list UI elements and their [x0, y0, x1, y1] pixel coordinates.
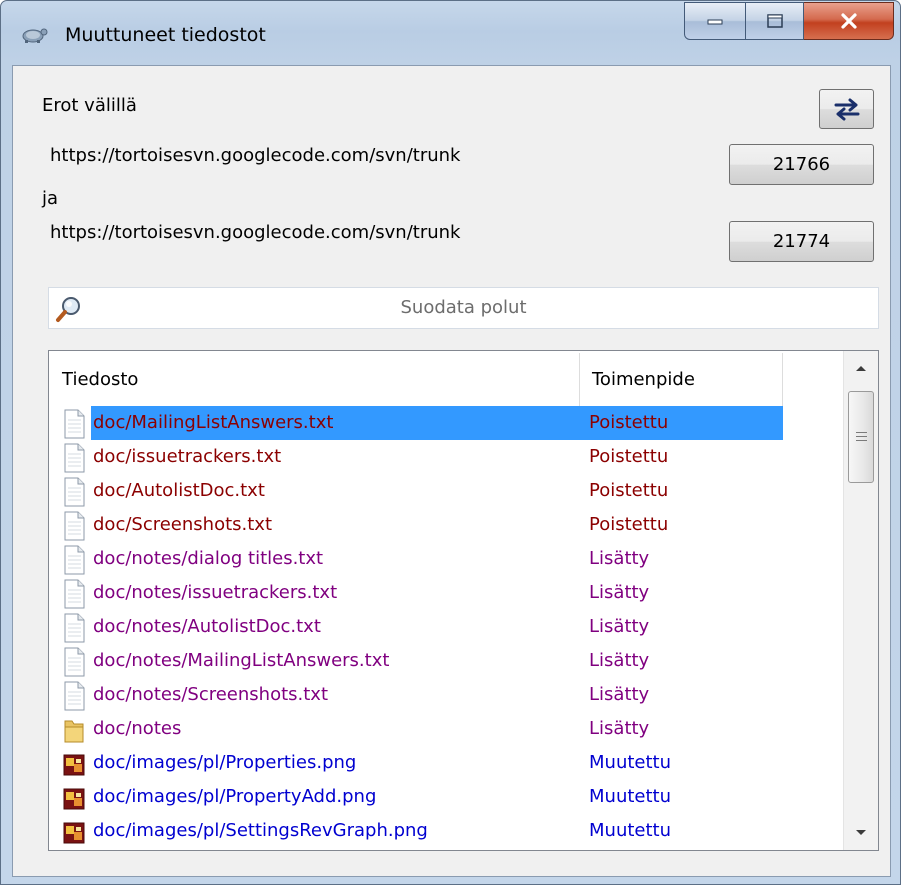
file-row[interactable]: doc/AutolistDoc.txt Poistettu: [49, 474, 845, 508]
filter-paths-field[interactable]: Suodata polut: [48, 287, 879, 329]
swap-arrows-icon: [834, 98, 859, 121]
changed-files-list[interactable]: Tiedosto Toimenpide doc/MailingListAnswe…: [48, 350, 879, 851]
text-file-icon: [62, 613, 86, 643]
file-row[interactable]: doc/images/pl/PropertyAdd.png Muutettu: [49, 780, 845, 814]
file-row[interactable]: doc/MailingListAnswers.txt Poistettu: [49, 406, 845, 440]
chevron-up-icon: [856, 366, 866, 371]
file-action: Lisätty: [589, 548, 650, 569]
file-action: Lisätty: [589, 650, 650, 671]
file-action: Poistettu: [589, 412, 669, 433]
file-action: Poistettu: [589, 480, 669, 501]
image-file-icon: [62, 749, 86, 779]
file-action: Lisätty: [589, 616, 650, 637]
column-separator[interactable]: [782, 353, 783, 406]
grip-line: [856, 440, 867, 441]
file-action: Lisätty: [589, 582, 650, 603]
file-path: doc/issuetrackers.txt: [93, 446, 282, 467]
image-file-icon: [62, 783, 86, 813]
filter-placeholder: Suodata polut: [400, 297, 527, 318]
file-path: doc/AutolistDoc.txt: [93, 480, 265, 501]
scroll-down-arrow[interactable]: [844, 816, 878, 850]
dialog-client-area: Erot välillä https://tortoisesvn.googlec…: [12, 65, 891, 877]
file-action: Poistettu: [589, 446, 669, 467]
and-label: ja: [42, 188, 59, 209]
file-row[interactable]: doc/notes/AutolistDoc.txt Lisätty: [49, 610, 845, 644]
file-row[interactable]: doc/images/pl/SettingsRevGraph.png Muutet…: [49, 814, 845, 848]
text-file-icon: [62, 579, 86, 609]
file-action: Muutettu: [589, 752, 672, 773]
chevron-down-icon: [856, 830, 866, 835]
column-header-file[interactable]: Tiedosto: [62, 351, 582, 408]
folder-icon: [62, 715, 86, 745]
file-path: doc/notes/MailingListAnswers.txt: [93, 650, 390, 671]
maximize-button[interactable]: [746, 2, 804, 40]
text-file-icon: [62, 511, 86, 541]
file-path: doc/Screenshots.txt: [93, 514, 273, 535]
file-row[interactable]: doc/issuetrackers.txt Poistettu: [49, 440, 845, 474]
close-icon: [840, 13, 857, 29]
close-button[interactable]: [804, 2, 894, 40]
window-title: Muuttuneet tiedostot: [65, 24, 266, 46]
url-from: https://tortoisesvn.googlecode.com/svn/t…: [50, 145, 461, 166]
text-file-icon: [62, 477, 86, 507]
file-path: doc/notes/dialog titles.txt: [93, 548, 324, 569]
file-path: doc/images/pl/SettingsRevGraph.png: [93, 820, 428, 841]
column-separator[interactable]: [579, 353, 580, 406]
file-row[interactable]: doc/notes/issuetrackers.txt Lisätty: [49, 576, 845, 610]
file-path: doc/notes/AutolistDoc.txt: [93, 616, 321, 637]
text-file-icon: [62, 409, 86, 439]
swap-revisions-button[interactable]: [819, 89, 874, 129]
differences-heading: Erot välillä: [42, 95, 137, 116]
scroll-thumb[interactable]: [848, 391, 874, 483]
file-path: doc/notes/Screenshots.txt: [93, 684, 329, 705]
file-row[interactable]: doc/notes/dialog titles.txt Lisätty: [49, 542, 845, 576]
changed-files-window: Muuttuneet tiedostot Erot välillä https:…: [0, 0, 901, 885]
url-to: https://tortoisesvn.googlecode.com/svn/t…: [50, 222, 461, 243]
text-file-icon: [62, 647, 86, 677]
file-path: doc/notes: [93, 718, 182, 739]
text-file-icon: [62, 681, 86, 711]
scroll-up-arrow[interactable]: [844, 351, 878, 385]
text-file-icon: [62, 443, 86, 473]
maximize-icon: [766, 14, 783, 28]
revision-from-button[interactable]: 21766: [729, 144, 874, 185]
minimize-icon: [707, 19, 723, 25]
file-path: doc/MailingListAnswers.txt: [93, 412, 334, 433]
file-row[interactable]: doc/notes/MailingListAnswers.txt Lisätty: [49, 644, 845, 678]
file-action: Lisätty: [589, 718, 650, 739]
file-path: doc/images/pl/PropertyAdd.png: [93, 786, 377, 807]
list-header: Tiedosto Toimenpide: [49, 351, 845, 408]
tortoise-app-icon: [22, 28, 48, 43]
revision-to-button[interactable]: 21774: [729, 221, 874, 262]
minimize-button[interactable]: [684, 2, 746, 40]
grip-line: [856, 436, 867, 437]
file-path: doc/notes/issuetrackers.txt: [93, 582, 338, 603]
image-file-icon: [62, 817, 86, 847]
file-action: Muutettu: [589, 786, 672, 807]
caption-buttons: [684, 2, 894, 42]
title-bar[interactable]: Muuttuneet tiedostot: [1, 1, 900, 65]
file-row[interactable]: doc/notes Lisätty: [49, 712, 845, 746]
file-path: doc/images/pl/Properties.png: [93, 752, 357, 773]
grip-line: [856, 432, 867, 433]
file-action: Poistettu: [589, 514, 669, 535]
file-row[interactable]: doc/Screenshots.txt Poistettu: [49, 508, 845, 542]
file-row[interactable]: doc/images/pl/Properties.png Muutettu: [49, 746, 845, 780]
file-action: Muutettu: [589, 820, 672, 841]
file-row[interactable]: doc/notes/Screenshots.txt Lisätty: [49, 678, 845, 712]
text-file-icon: [62, 545, 86, 575]
file-action: Lisätty: [589, 684, 650, 705]
column-header-action[interactable]: Toimenpide: [592, 351, 782, 408]
vertical-scrollbar[interactable]: [843, 351, 878, 850]
